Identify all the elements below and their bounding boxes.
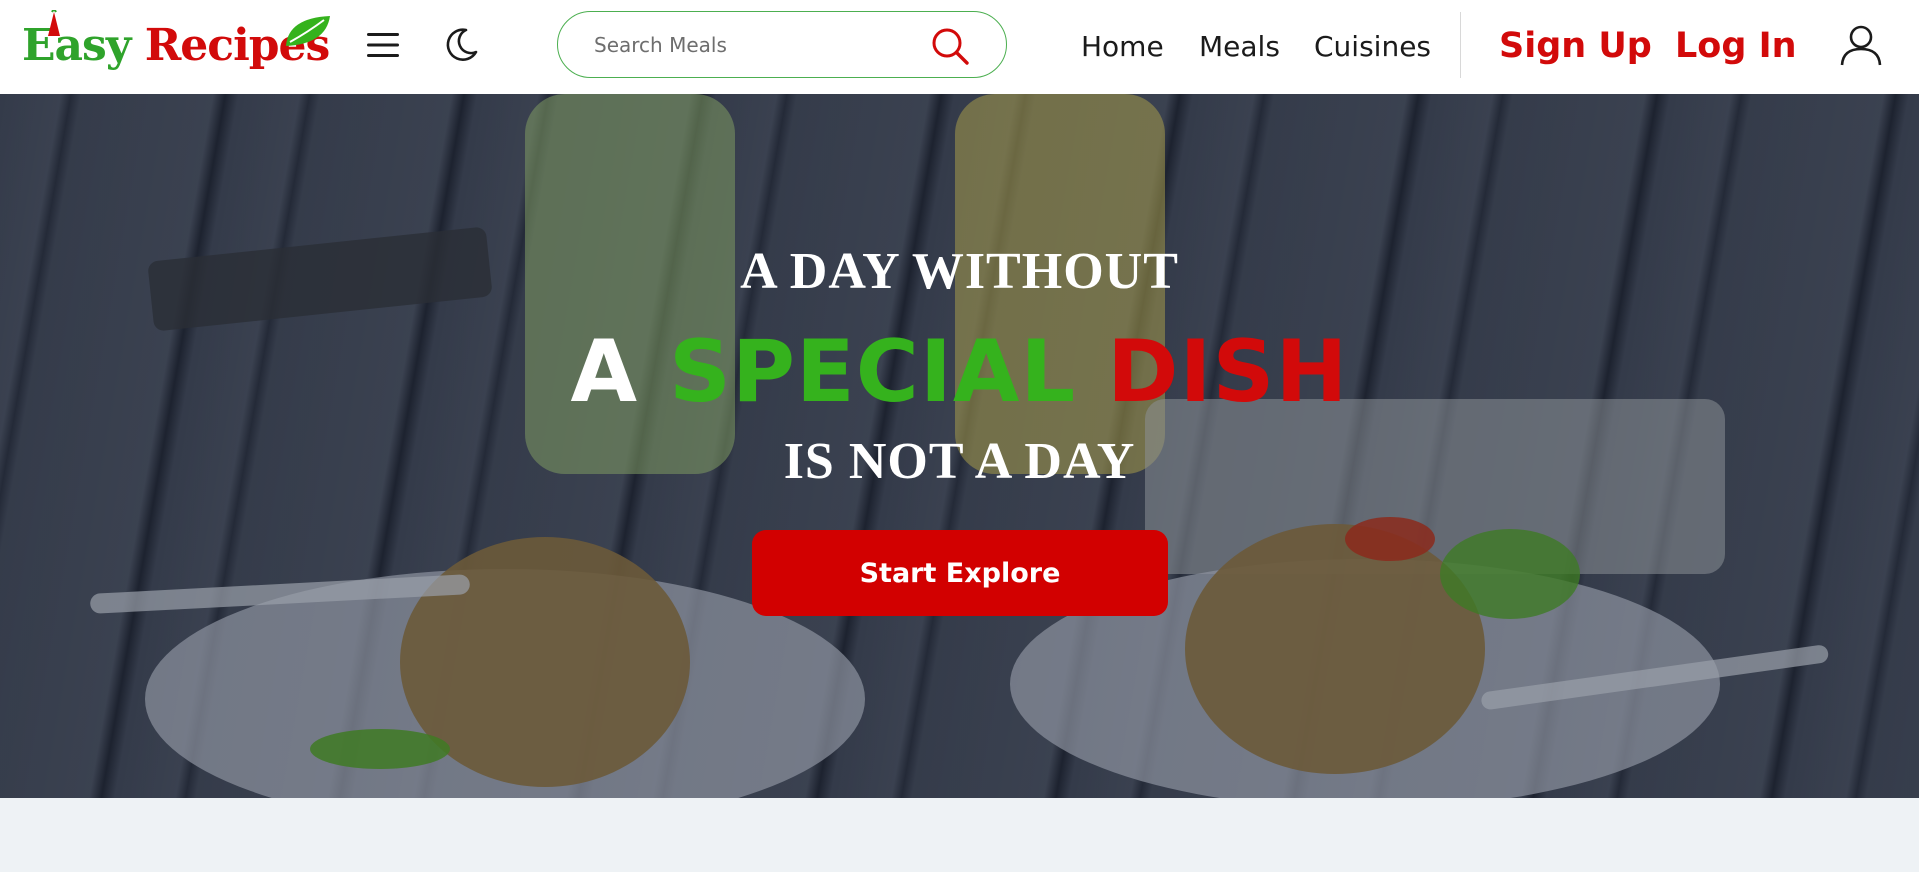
hero-heading-line3: IS NOT A DAY — [783, 433, 1136, 490]
hero-content: A DAY WITHOUT A SPECIAL DISH IS NOT A DA… — [0, 94, 1919, 798]
menu-button[interactable] — [360, 25, 406, 65]
search-icon — [932, 28, 969, 65]
brand-logo[interactable]: Easy Recipes — [22, 10, 330, 82]
user-profile-button[interactable] — [1834, 20, 1888, 70]
nav-link-meals[interactable]: Meals — [1199, 30, 1280, 63]
carrot-icon — [48, 10, 60, 36]
hero-heading-main: A SPECIAL DISH — [0, 322, 1919, 422]
hero-banner: A DAY WITHOUT A SPECIAL DISH IS NOT A DA… — [0, 94, 1919, 798]
user-icon — [1840, 25, 1882, 66]
nav-link-cuisines[interactable]: Cuisines — [1314, 30, 1431, 63]
nav-link-home[interactable]: Home — [1081, 30, 1164, 63]
hero-heading-word1: A — [570, 322, 639, 422]
nav-divider — [1460, 12, 1461, 78]
log-in-link[interactable]: Log In — [1675, 22, 1797, 70]
leaf-icon — [286, 16, 330, 46]
search-input[interactable] — [594, 30, 924, 60]
brand-name-part1: Easy — [22, 20, 131, 71]
search-button[interactable] — [930, 26, 970, 66]
sign-up-link[interactable]: Sign Up — [1499, 22, 1652, 70]
hero-heading-word3: DISH — [1107, 322, 1349, 422]
start-explore-button[interactable]: Start Explore — [752, 530, 1168, 616]
top-navbar: Easy Recipes Home — [0, 0, 1919, 94]
hero-heading-word2: SPECIAL — [669, 322, 1077, 422]
theme-toggle-button[interactable] — [436, 24, 486, 66]
content-section — [0, 798, 1919, 872]
hero-heading-line1: A DAY WITHOUT — [740, 243, 1179, 300]
search-bar — [557, 11, 1007, 78]
hamburger-menu-icon — [367, 33, 399, 57]
moon-icon — [446, 28, 478, 61]
